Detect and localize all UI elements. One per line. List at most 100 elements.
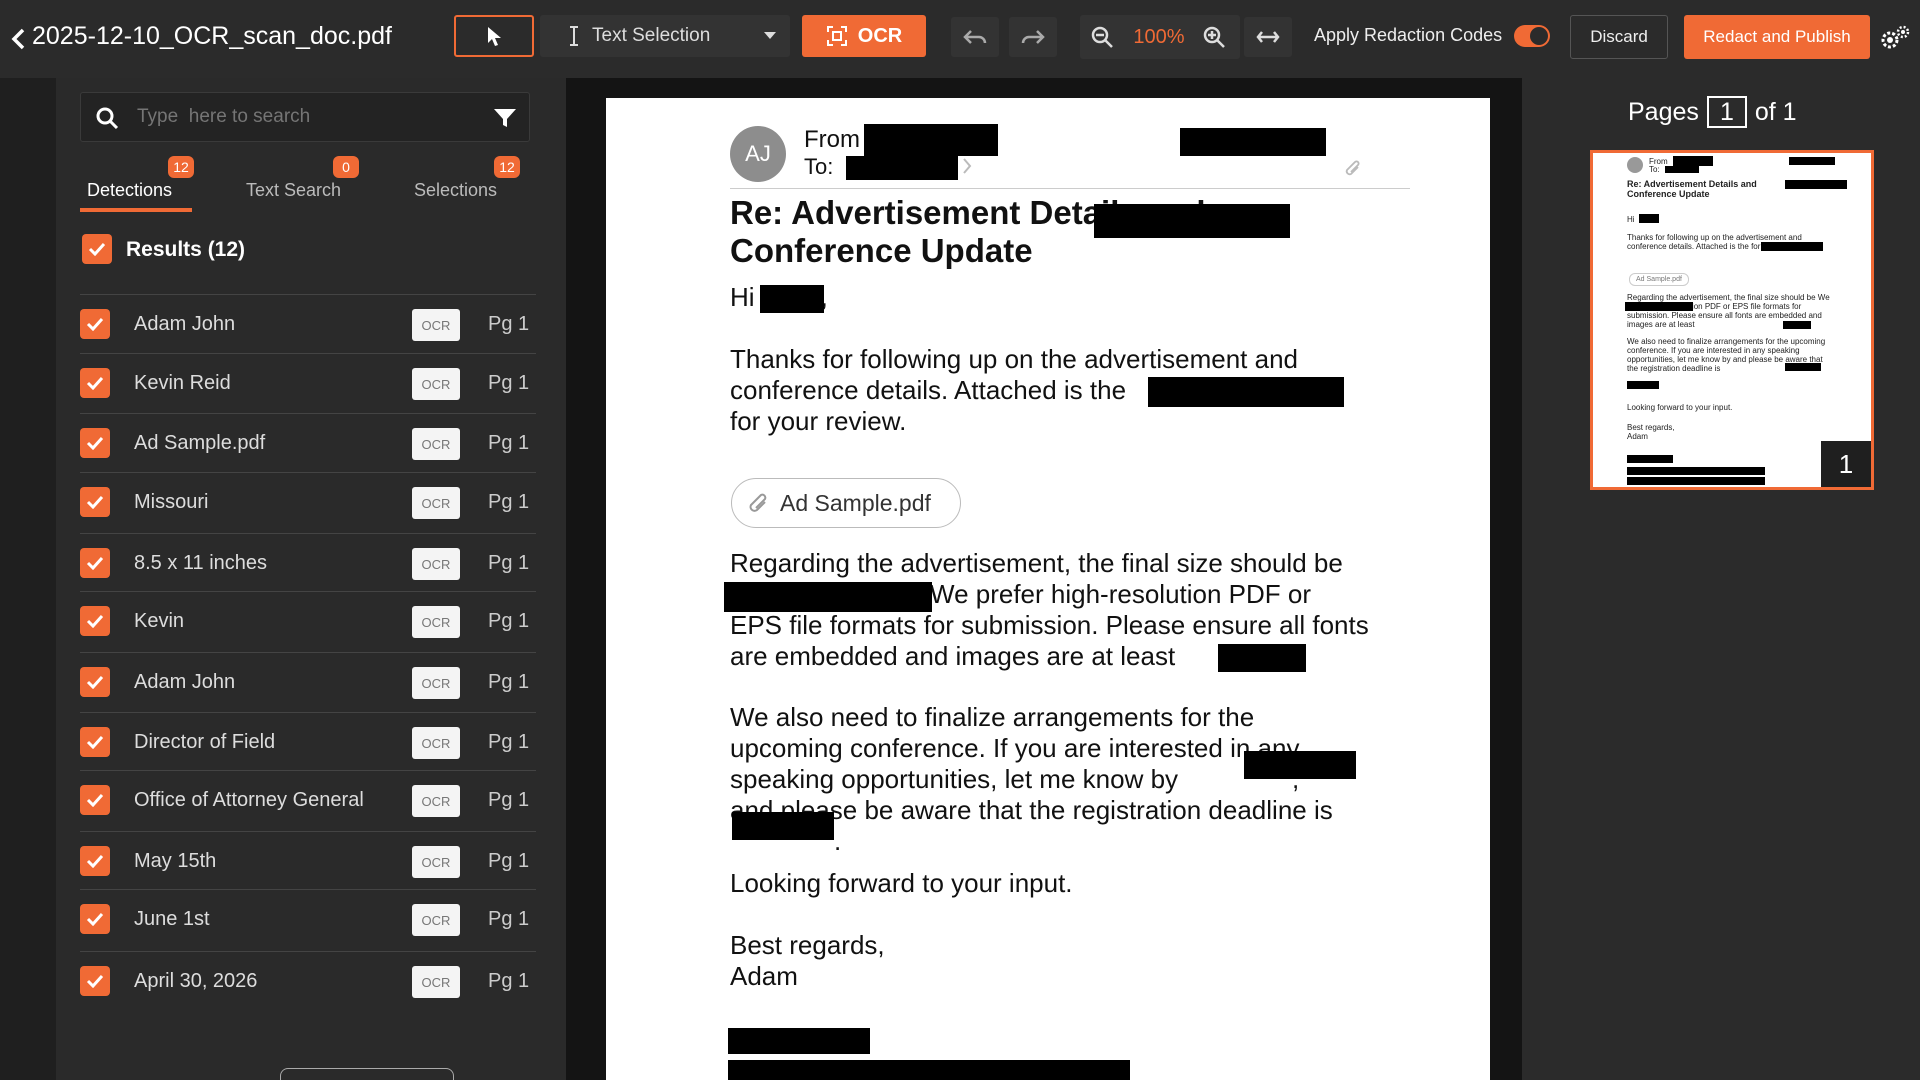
page-reference[interactable]: Pg 1 [488, 552, 529, 575]
detection-row[interactable]: Office of Attorney General OCR Pg 1 [80, 770, 536, 828]
row-checkbox[interactable] [80, 368, 110, 398]
from-label: From [804, 126, 860, 153]
attachment-chip[interactable]: Ad Sample.pdf [731, 478, 961, 528]
detection-row[interactable]: Director of Field OCR Pg 1 [80, 712, 536, 770]
detection-row[interactable]: June 1st OCR Pg 1 [80, 889, 536, 947]
detection-label: Ad Sample.pdf [134, 432, 266, 454]
tab-selections[interactable]: Selections [414, 180, 497, 201]
email-subject: Re: Advertisement Details and Conference… [730, 194, 1206, 269]
ocr-label: OCR [857, 24, 903, 47]
detection-row[interactable]: Kevin Reid OCR Pg 1 [80, 353, 536, 411]
detection-row[interactable]: Ad Sample.pdf OCR Pg 1 [80, 413, 536, 471]
thumb-subject: Re: Advertisement Details and Conference… [1627, 179, 1757, 199]
detection-row[interactable]: May 15th OCR Pg 1 [80, 831, 536, 889]
detection-row[interactable]: Adam John OCR Pg 1 [80, 652, 536, 710]
back-chevron-icon[interactable] [6, 26, 30, 52]
thumb-redaction [1627, 455, 1673, 463]
checkmark-icon [86, 436, 104, 450]
page-reference[interactable]: Pg 1 [488, 313, 529, 336]
scroll-handle[interactable] [280, 1068, 454, 1080]
page-reference[interactable]: Pg 1 [488, 731, 529, 754]
ocr-button[interactable]: OCR [802, 15, 926, 57]
checkmark-icon [86, 912, 104, 926]
tab-text-search[interactable]: Text Search [246, 180, 341, 201]
detection-row[interactable]: 8.5 x 11 inches OCR Pg 1 [80, 533, 536, 591]
page-reference[interactable]: Pg 1 [488, 789, 529, 812]
current-page-input[interactable]: 1 [1706, 96, 1747, 128]
detections-panel: 12 0 12 Detections Text Search Selection… [0, 78, 566, 1080]
redact-and-publish-button[interactable]: Redact and Publish [1684, 15, 1870, 59]
row-checkbox[interactable] [80, 785, 110, 815]
selections-count-badge: 12 [494, 156, 520, 178]
detection-row[interactable]: Kevin OCR Pg 1 [80, 591, 536, 649]
row-checkbox[interactable] [80, 667, 110, 697]
thumb-redaction [1783, 321, 1811, 329]
document-page[interactable]: AJ From To: Re: Advertisement Details an… [606, 98, 1490, 1080]
thumb-attachment: Ad Sample.pdf [1629, 273, 1689, 286]
page-reference[interactable]: Pg 1 [488, 491, 529, 514]
row-checkbox[interactable] [80, 548, 110, 578]
page-reference[interactable]: Pg 1 [488, 908, 529, 931]
filter-icon[interactable] [493, 107, 517, 134]
page-reference[interactable]: Pg 1 [488, 610, 529, 633]
row-checkbox[interactable] [80, 606, 110, 636]
page-reference[interactable]: Pg 1 [488, 970, 529, 993]
row-checkbox[interactable] [80, 727, 110, 757]
redaction-box[interactable] [760, 285, 824, 313]
row-checkbox[interactable] [80, 428, 110, 458]
page-thumbnail[interactable]: From To: Re: Advertisement Details and C… [1590, 150, 1874, 490]
detection-row[interactable]: Adam John OCR Pg 1 [80, 294, 536, 352]
checkmark-icon [86, 495, 104, 509]
page-reference[interactable]: Pg 1 [488, 671, 529, 694]
row-checkbox[interactable] [80, 966, 110, 996]
detections-panel-body: 12 0 12 Detections Text Search Selection… [56, 78, 566, 1080]
fit-width-button[interactable] [1244, 17, 1292, 57]
row-checkbox[interactable] [80, 846, 110, 876]
row-checkbox[interactable] [80, 487, 110, 517]
thumb-redaction [1665, 166, 1699, 173]
checkmark-icon [86, 974, 104, 988]
zoom-in-icon[interactable] [1202, 25, 1226, 54]
redaction-box[interactable] [864, 124, 998, 156]
redaction-box[interactable] [732, 812, 834, 840]
redaction-box[interactable] [1148, 377, 1344, 407]
redaction-box[interactable] [846, 156, 958, 180]
thumb-redaction [1673, 156, 1713, 166]
select-all-checkbox[interactable] [82, 234, 112, 264]
page-reference[interactable]: Pg 1 [488, 850, 529, 873]
detection-label: April 30, 2026 [134, 970, 258, 992]
redo-button[interactable] [1009, 17, 1057, 57]
redaction-box[interactable] [1218, 644, 1306, 672]
apply-redaction-toggle[interactable] [1514, 25, 1550, 47]
row-checkbox[interactable] [80, 904, 110, 934]
page-reference[interactable]: Pg 1 [488, 372, 529, 395]
tab-detections[interactable]: Detections [87, 180, 172, 201]
redaction-box[interactable] [1180, 128, 1326, 156]
zoom-out-icon[interactable] [1090, 25, 1114, 54]
paragraph-4: Looking forward to your input. [730, 868, 1073, 898]
thumb-redaction [1785, 363, 1821, 371]
undo-button[interactable] [951, 17, 999, 57]
detection-row[interactable]: Missouri OCR Pg 1 [80, 472, 536, 530]
page-indicator: Pages 1 of 1 [1628, 96, 1797, 128]
redaction-box[interactable] [728, 1028, 870, 1054]
ocr-tag: OCR [412, 846, 460, 878]
thumb-redaction [1627, 381, 1659, 389]
redaction-box[interactable] [728, 1060, 1130, 1080]
redaction-box[interactable] [1094, 204, 1290, 238]
search-input[interactable] [137, 106, 477, 128]
page-reference[interactable]: Pg 1 [488, 432, 529, 455]
detection-row[interactable]: April 30, 2026 OCR Pg 1 [80, 951, 536, 1009]
discard-button[interactable]: Discard [1570, 15, 1668, 59]
pointer-tool-button[interactable] [454, 15, 534, 57]
detection-label: Director of Field [134, 731, 276, 753]
redaction-box[interactable] [724, 582, 932, 612]
zoom-level[interactable]: 100% [1128, 26, 1190, 49]
text-selection-dropdown[interactable]: Text Selection [540, 15, 790, 57]
zoom-control: 100% [1080, 15, 1240, 59]
settings-gear-icon[interactable] [1880, 24, 1910, 52]
redaction-box[interactable] [1244, 751, 1356, 779]
detections-count-badge: 12 [168, 156, 194, 178]
detection-label: May 15th [134, 850, 217, 872]
row-checkbox[interactable] [80, 309, 110, 339]
